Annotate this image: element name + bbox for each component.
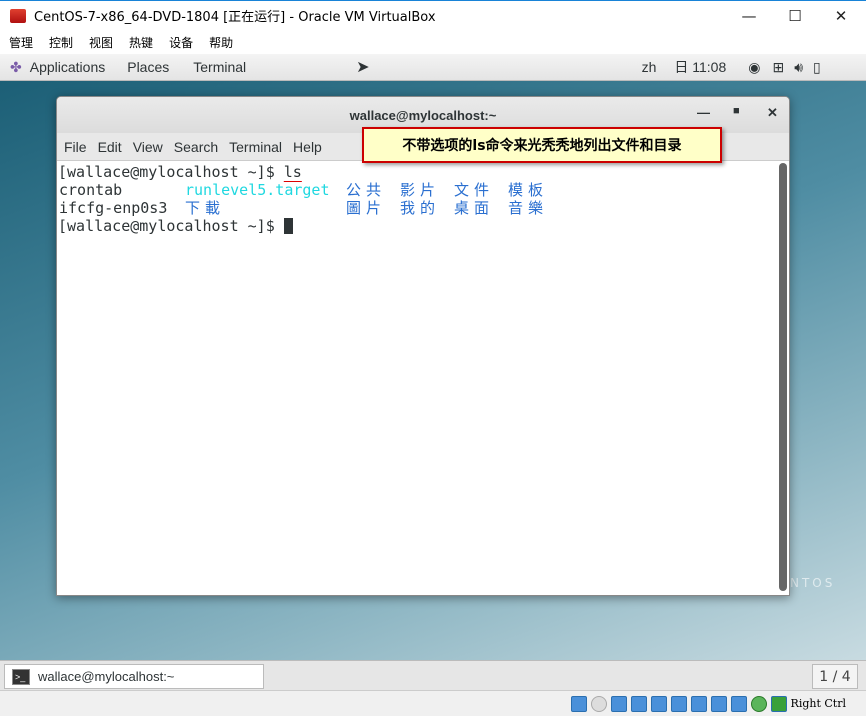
annotation-tooltip: 不带选项的ls命令来光秃秃地列出文件和目录: [362, 127, 722, 163]
dir-entry: 我的: [400, 199, 441, 217]
terminal-output[interactable]: [wallace@mylocalhost ~]$ ls crontab runl…: [57, 161, 789, 595]
maximize-button[interactable]: ☐: [772, 1, 818, 31]
file-entry: ifcfg-enp0s3: [59, 199, 168, 217]
places-menu[interactable]: Places: [127, 59, 169, 75]
terminal-title: wallace@mylocalhost:~: [349, 107, 497, 123]
taskbar-item-label: wallace@mylocalhost:~: [38, 669, 175, 684]
terminal-window: wallace@mylocalhost:~ — ■ ✕ File Edit Vi…: [56, 96, 790, 596]
dir-entry: 圖片: [346, 199, 387, 217]
dir-entry: 下載: [185, 199, 226, 217]
prompt: [wallace@mylocalhost ~]$: [58, 163, 284, 181]
network-adapter-icon[interactable]: [630, 695, 647, 712]
mouse-cursor-icon: ➤: [356, 59, 370, 76]
audio-icon[interactable]: [610, 695, 627, 712]
cursor: [283, 218, 293, 234]
dir-entry: 文件: [454, 181, 495, 199]
menu-view[interactable]: View: [133, 139, 163, 155]
close-button[interactable]: ✕: [818, 1, 864, 31]
scrollbar[interactable]: [779, 163, 787, 591]
menu-help[interactable]: Help: [293, 139, 322, 155]
gnome-top-bar: ✤ Applications Places Terminal ➤ zh 日 11…: [0, 54, 866, 81]
menu-file[interactable]: File: [64, 139, 87, 155]
accessibility-icon[interactable]: ◉: [748, 59, 760, 76]
centos-watermark: NTOS: [790, 576, 836, 590]
menu-help[interactable]: 帮助: [209, 34, 233, 51]
window-title: CentOS-7-x86_64-DVD-1804 [正在运行] - Oracle…: [34, 10, 436, 25]
hard-disk-icon[interactable]: [570, 695, 587, 712]
prompt: [wallace@mylocalhost ~]$: [58, 217, 284, 235]
terminal-app-menu[interactable]: Terminal: [193, 59, 246, 75]
keyboard-capture-icon[interactable]: [770, 695, 787, 712]
volume-icon[interactable]: 🔊︎: [794, 59, 803, 76]
host-key-label: Right Ctrl: [790, 697, 846, 710]
video-capture-icon[interactable]: [710, 695, 727, 712]
menu-edit[interactable]: Edit: [98, 139, 122, 155]
taskbar-item-terminal[interactable]: >_ wallace@mylocalhost:~: [4, 664, 264, 689]
menu-terminal[interactable]: Terminal: [229, 139, 282, 155]
menu-search[interactable]: Search: [174, 139, 218, 155]
window-list-bar: >_ wallace@mylocalhost:~ 1 / 4: [0, 660, 866, 690]
usb-icon[interactable]: [650, 695, 667, 712]
dir-entry: 公共: [346, 181, 387, 199]
menu-manage[interactable]: 管理: [9, 34, 33, 51]
terminal-minimize-button[interactable]: —: [697, 105, 710, 120]
optical-drive-icon[interactable]: [590, 695, 607, 712]
input-language[interactable]: zh: [642, 59, 657, 75]
minimize-button[interactable]: —: [726, 1, 772, 31]
battery-icon[interactable]: ▯: [813, 59, 821, 76]
network-icon[interactable]: ⊞: [772, 59, 784, 76]
file-entry: crontab: [59, 181, 123, 199]
dir-entry: 模板: [508, 181, 549, 199]
vbox-statusbar: Right Ctrl: [0, 690, 866, 716]
command: ls: [283, 163, 302, 181]
terminal-maximize-button[interactable]: ■: [733, 105, 740, 117]
virtualbox-logo-icon: [10, 8, 26, 23]
menu-hotkeys[interactable]: 热键: [129, 34, 153, 51]
menu-control[interactable]: 控制: [49, 34, 73, 51]
shared-folders-icon[interactable]: [670, 695, 687, 712]
applications-menu[interactable]: Applications: [30, 59, 106, 75]
applications-icon: ✤: [10, 58, 22, 75]
dir-entry: 音樂: [508, 199, 549, 217]
terminal-close-button[interactable]: ✕: [767, 105, 778, 121]
vbox-titlebar: CentOS-7-x86_64-DVD-1804 [正在运行] - Oracle…: [0, 0, 866, 30]
link-entry: runlevel5.target: [185, 181, 330, 199]
clock[interactable]: 日 11:08: [674, 57, 726, 77]
display-icon[interactable]: [690, 695, 707, 712]
menu-view[interactable]: 视图: [89, 34, 113, 51]
dir-entry: 桌面: [454, 199, 495, 217]
dir-entry: 影片: [400, 181, 441, 199]
cpu-icon[interactable]: [730, 695, 747, 712]
mouse-integration-icon[interactable]: [750, 695, 767, 712]
vbox-menubar: 管理 控制 视图 热键 设备 帮助: [0, 30, 866, 54]
menu-devices[interactable]: 设备: [169, 34, 193, 51]
terminal-icon: >_: [12, 668, 30, 685]
workspace-pager[interactable]: 1 / 4: [812, 664, 858, 689]
